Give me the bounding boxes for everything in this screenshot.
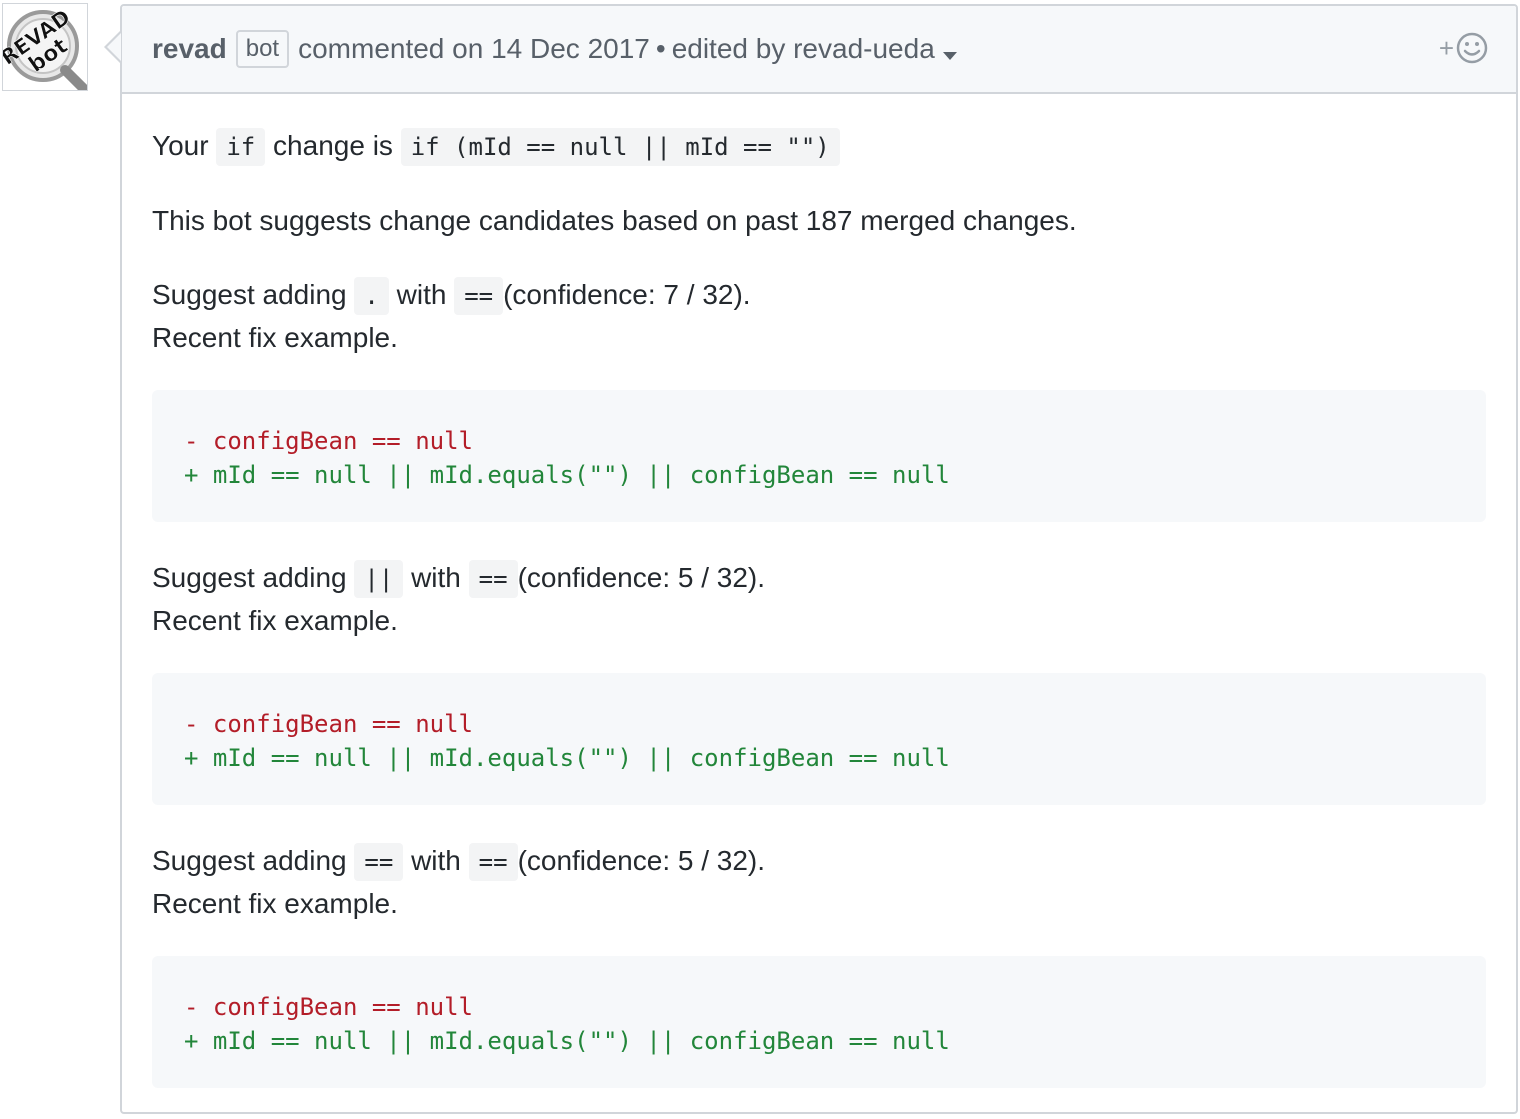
chevron-down-icon <box>942 52 957 60</box>
inline-code: if <box>216 128 266 166</box>
inline-code: if (mId == null || mId == "") <box>400 128 840 166</box>
code-block: - configBean == null + mId == null || mI… <box>152 390 1486 522</box>
edited-by-dropdown[interactable]: edited by revad-ueda <box>672 33 957 65</box>
recent-fix-label: Recent fix example. <box>152 888 398 919</box>
added-line: + mId == null || mId.equals("") || confi… <box>184 744 950 772</box>
commented-timestamp[interactable]: commented on 14 Dec 2017 <box>298 33 650 65</box>
intro-line: Your if change is if (mId == null || mId… <box>152 126 1486 167</box>
inline-code: || <box>354 560 404 598</box>
add-reaction-button[interactable]: + <box>1439 32 1488 64</box>
revad-bot-logo-icon: REVAD bot <box>3 5 87 90</box>
edited-by-text: edited by revad-ueda <box>671 33 935 64</box>
deleted-line: - configBean == null <box>184 710 473 738</box>
separator-dot: • <box>655 33 666 64</box>
comment-caret-fill <box>107 33 121 61</box>
smiley-icon <box>1456 32 1488 64</box>
added-line: + mId == null || mId.equals("") || confi… <box>184 1027 950 1055</box>
avatar[interactable]: REVAD bot <box>2 3 88 91</box>
deleted-line: - configBean == null <box>184 993 473 1021</box>
plus-icon: + <box>1438 32 1454 63</box>
code-block: - configBean == null + mId == null || mI… <box>152 673 1486 805</box>
inline-code: == <box>468 843 518 881</box>
inline-code: == <box>468 560 518 598</box>
inline-code: == <box>454 277 504 315</box>
suggestion-line: Suggest adding == with == (confidence: 5 … <box>152 841 1486 882</box>
added-line: + mId == null || mId.equals("") || confi… <box>184 461 950 489</box>
inline-code: == <box>354 843 404 881</box>
suggestion-line: Suggest adding || with == (confidence: 5 … <box>152 558 1486 599</box>
code-block: - configBean == null + mId == null || mI… <box>152 956 1486 1088</box>
comment-body: Your if change is if (mId == null || mId… <box>122 126 1516 1088</box>
comment-box: revad bot commented on 14 Dec 2017 • edi… <box>120 4 1518 1114</box>
deleted-line: - configBean == null <box>184 427 473 455</box>
suggestion-line: Suggest adding . with == (confidence: 7 /… <box>152 275 1486 316</box>
recent-fix-label: Recent fix example. <box>152 322 398 353</box>
author-link[interactable]: revad <box>152 33 227 65</box>
summary-text: This bot suggests change candidates base… <box>152 205 1077 236</box>
inline-code: . <box>354 277 389 315</box>
comment-header: revad bot commented on 14 Dec 2017 • edi… <box>122 6 1516 94</box>
bot-badge: bot <box>235 30 290 68</box>
recent-fix-label: Recent fix example. <box>152 605 398 636</box>
